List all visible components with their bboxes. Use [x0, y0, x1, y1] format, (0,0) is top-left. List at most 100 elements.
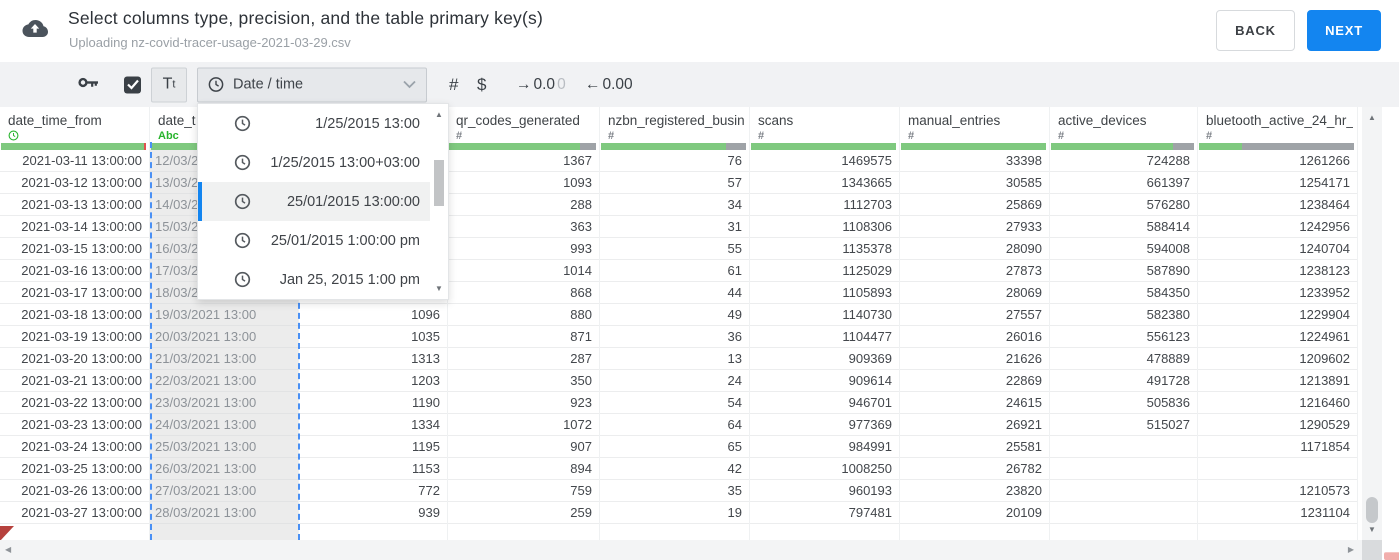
table-cell: 350: [448, 370, 599, 392]
table-cell: 1238123: [1198, 260, 1357, 282]
table-cell: 1035: [299, 326, 447, 348]
table-cell: 871: [448, 326, 599, 348]
table-cell: 65: [600, 436, 749, 458]
table-cell: 2021-03-17 13:00:00: [0, 282, 149, 304]
integer-type-icon[interactable]: #: [449, 75, 458, 95]
table-cell: 1104477: [750, 326, 899, 348]
table-cell: 1229904: [1198, 304, 1357, 326]
clock-icon: [234, 154, 251, 171]
quality-segment-green: [1, 143, 144, 150]
table-cell: 977369: [750, 414, 899, 436]
table-cell: 1195: [299, 436, 447, 458]
column-header[interactable]: nzbn_registered_busine: [608, 113, 745, 128]
table-cell: 31: [600, 216, 749, 238]
table-cell: 772: [299, 480, 447, 502]
table-cell: 2021-03-16 13:00:00: [0, 260, 149, 282]
table-cell: 587890: [1050, 260, 1197, 282]
table-cell: 20/03/2021 13:00: [150, 326, 298, 348]
horizontal-scrollbar[interactable]: ◀ ▶: [0, 540, 1362, 560]
decrease-decimals-button[interactable]: → 0.0 0: [516, 76, 566, 94]
vertical-scrollbar[interactable]: ▲ ▼: [1362, 107, 1382, 540]
table-cell: [1050, 502, 1197, 524]
column-header[interactable]: manual_entries: [908, 113, 1045, 128]
table-cell: 25581: [900, 436, 1049, 458]
boolean-type-checkbox-icon[interactable]: [124, 76, 141, 93]
table-cell: [1050, 480, 1197, 502]
table-cell: 880: [448, 304, 599, 326]
column-quality-bar: [601, 143, 746, 150]
column-quality-bar: [751, 143, 896, 150]
table-cell: 1233952: [1198, 282, 1357, 304]
table-cell: 1216460: [1198, 392, 1357, 414]
column-nzbn_registered_busine: nzbn_registered_busine #76 57 34 31 55 61 44 49 3…: [600, 107, 750, 540]
column-header[interactable]: scans: [758, 113, 895, 128]
table-cell: 478889: [1050, 348, 1197, 370]
currency-type-icon[interactable]: $: [477, 75, 486, 95]
table-cell: 939: [299, 502, 447, 524]
vertical-scrollbar-thumb[interactable]: [1366, 497, 1378, 523]
quality-segment-gray: [725, 143, 746, 150]
table-cell: 2021-03-26 13:00:00: [0, 480, 149, 502]
column-header[interactable]: active_devices: [1058, 113, 1193, 128]
dropdown-scrollbar-thumb[interactable]: [434, 160, 444, 206]
format-option[interactable]: 25/01/2015 13:00:00: [198, 182, 448, 221]
scroll-down-icon[interactable]: ▼: [1362, 525, 1382, 534]
scroll-up-icon[interactable]: ▲: [1362, 113, 1382, 122]
format-option[interactable]: 1/25/2015 13:00+03:00: [198, 143, 448, 182]
increase-decimals-button[interactable]: ← 0.00: [585, 76, 633, 94]
table-cell: 2021-03-19 13:00:00: [0, 326, 149, 348]
table-cell: 1209602: [1198, 348, 1357, 370]
table-cell: 797481: [750, 502, 899, 524]
quality-segment-green: [901, 143, 1046, 150]
table-cell: 1093: [448, 172, 599, 194]
quality-segment-gray: [1172, 143, 1194, 150]
table-cell: 2021-03-12 13:00:00: [0, 172, 149, 194]
table-cell: 993: [448, 238, 599, 260]
scroll-left-icon[interactable]: ◀: [5, 545, 11, 554]
table-cell: 868: [448, 282, 599, 304]
quality-segment-red: [143, 143, 146, 150]
table-cell: 287: [448, 348, 599, 370]
primary-key-icon[interactable]: [78, 76, 99, 94]
column-type-clock-icon: [8, 130, 19, 144]
table-cell: 1210573: [1198, 480, 1357, 502]
table-cell: 2021-03-18 13:00:00: [0, 304, 149, 326]
table-cell: 1242956: [1198, 216, 1357, 238]
table-cell: 2021-03-23 13:00:00: [0, 414, 149, 436]
table-cell: 259: [448, 502, 599, 524]
column-quality-bar: [1, 143, 146, 150]
quality-segment-green: [601, 143, 726, 150]
scroll-down-icon[interactable]: ▼: [430, 284, 448, 293]
column-type-abc-icon: Abc: [158, 130, 179, 142]
next-button[interactable]: NEXT: [1307, 10, 1381, 51]
format-option[interactable]: Jan 25, 2015 1:00 pm: [198, 260, 448, 299]
dropdown-scrollbar[interactable]: ▲ ▼: [430, 104, 448, 299]
table-cell: 724288: [1050, 150, 1197, 172]
table-cell: 759: [448, 480, 599, 502]
back-button[interactable]: BACK: [1216, 10, 1295, 51]
table-cell: 1231104: [1198, 502, 1357, 524]
table-cell: 19: [600, 502, 749, 524]
page-title: Select columns type, precision, and the …: [68, 8, 543, 28]
text-type-button[interactable]: Tt: [151, 67, 187, 102]
datetime-format-select[interactable]: Date / time: [197, 67, 427, 102]
column-header[interactable]: bluetooth_active_24_hr_: [1206, 113, 1353, 128]
format-option[interactable]: 25/01/2015 1:00:00 pm: [198, 221, 448, 260]
table-cell: 288: [448, 194, 599, 216]
scroll-up-icon[interactable]: ▲: [430, 110, 448, 119]
column-quality-bar: [1199, 143, 1354, 150]
table-cell: 49: [600, 304, 749, 326]
table-cell: 28069: [900, 282, 1049, 304]
column-quality-bar: [449, 143, 596, 150]
table-cell: 23/03/2021 13:00: [150, 392, 298, 414]
quality-segment-gray: [579, 143, 596, 150]
column-type-hash-icon: #: [908, 130, 915, 142]
table-cell: 1334: [299, 414, 447, 436]
column-header[interactable]: qr_codes_generated: [456, 113, 595, 128]
table-cell: 36: [600, 326, 749, 348]
column-header[interactable]: date_time_from: [8, 113, 145, 128]
table-cell: 24615: [900, 392, 1049, 414]
scroll-right-icon[interactable]: ▶: [1348, 545, 1354, 554]
format-option[interactable]: 1/25/2015 13:00: [198, 104, 448, 143]
page-scrollbar-thumb[interactable]: [1384, 552, 1399, 560]
